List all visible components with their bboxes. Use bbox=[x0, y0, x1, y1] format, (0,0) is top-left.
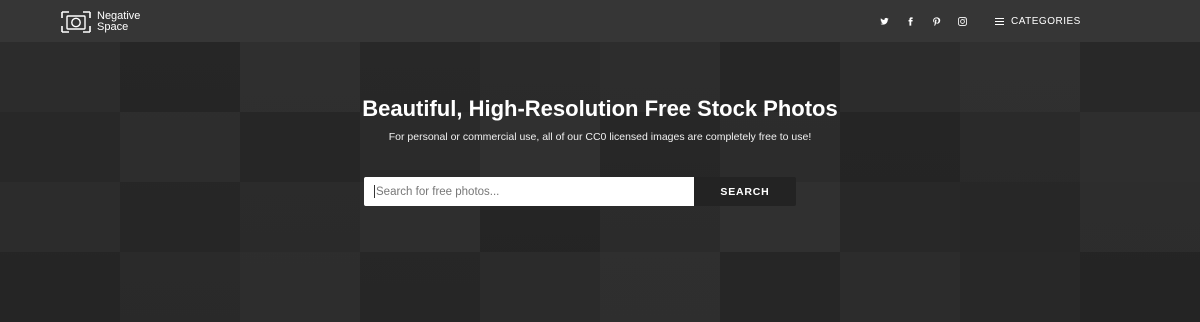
text-cursor bbox=[374, 185, 375, 198]
logo-wordmark: Negative Space bbox=[97, 11, 157, 33]
categories-label: CATEGORIES bbox=[1011, 15, 1081, 27]
hero-background bbox=[0, 0, 1200, 322]
search-form: SEARCH bbox=[364, 177, 796, 206]
hero-headline: Beautiful, High-Resolution Free Stock Ph… bbox=[362, 96, 838, 121]
top-navbar: Negative Space CATEGORIES bbox=[0, 0, 1200, 42]
twitter-icon bbox=[879, 17, 889, 25]
search-input[interactable] bbox=[364, 177, 694, 206]
hero-overlay bbox=[0, 0, 1200, 322]
facebook-link[interactable] bbox=[902, 13, 918, 29]
pinterest-link[interactable] bbox=[928, 13, 944, 29]
site-logo[interactable]: Negative Space bbox=[61, 9, 157, 35]
social-links bbox=[876, 13, 980, 29]
instagram-icon bbox=[957, 16, 967, 26]
hamburger-icon bbox=[995, 17, 1004, 25]
logo-line-2: Space bbox=[97, 21, 129, 33]
facebook-icon bbox=[908, 16, 913, 26]
search-button[interactable]: SEARCH bbox=[694, 177, 796, 206]
hero-subline: For personal or commercial use, all of o… bbox=[388, 131, 812, 143]
twitter-link[interactable] bbox=[876, 13, 892, 29]
camera-logo-icon bbox=[61, 11, 91, 33]
pinterest-icon bbox=[932, 16, 940, 26]
categories-menu-button[interactable]: CATEGORIES bbox=[995, 14, 1081, 28]
instagram-link[interactable] bbox=[954, 13, 970, 29]
